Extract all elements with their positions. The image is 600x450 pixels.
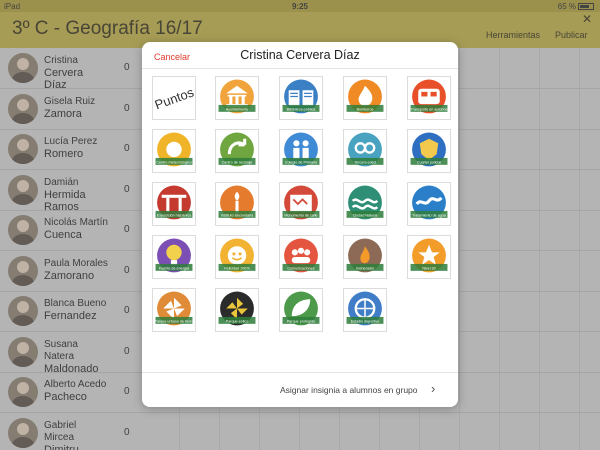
bus-icon: Transporte en autobús bbox=[411, 79, 448, 114]
building-icon: Ayuntamiento bbox=[218, 79, 256, 114]
badge-bulb[interactable]: Fuente de energía bbox=[152, 235, 196, 279]
badge-label: Tercera edad bbox=[354, 160, 376, 164]
elder-icon: Tercera edad bbox=[346, 132, 384, 167]
badge-label: Exposición hispánica bbox=[157, 213, 192, 217]
book-icon: Biblioteca pública bbox=[282, 79, 320, 114]
badge-torch[interactable]: Instituto Secundaria bbox=[215, 182, 259, 226]
flame-icon: Incinerador bbox=[346, 238, 384, 273]
star-icon: Nivel 30 bbox=[410, 238, 448, 273]
badge-label: Centro meteorológico bbox=[156, 160, 191, 164]
badge-gate[interactable]: Exposición hispánica bbox=[152, 182, 196, 226]
pinwheel-icon: Parque urbano de tierra bbox=[155, 291, 194, 326]
badge-label: Cuartel policial bbox=[417, 160, 441, 164]
map-icon: Monumento de calle bbox=[282, 185, 320, 220]
badge-people[interactable]: Comunicaciones bbox=[279, 235, 323, 279]
badge-label: Fuente de energía bbox=[159, 266, 190, 270]
points-badge[interactable]: Puntos bbox=[152, 76, 196, 120]
badge-sun[interactable]: Centro meteorológico bbox=[152, 129, 196, 173]
badge-label: Instituto Secundaria bbox=[221, 213, 255, 217]
badge-building[interactable]: Ayuntamiento bbox=[215, 76, 259, 120]
badge-label: Bomberos bbox=[357, 107, 374, 111]
modal-title: Cristina Cervera Díaz bbox=[240, 48, 360, 62]
badge-label: Biblioteca pública bbox=[287, 107, 317, 111]
badge-book[interactable]: Biblioteca pública bbox=[279, 76, 323, 120]
badge-smile[interactable]: Felicidad 100% bbox=[215, 235, 259, 279]
badge-label: Ciudad Natural bbox=[353, 213, 378, 217]
water-icon: Ciudad Natural bbox=[346, 185, 384, 220]
badge-label: Felicidad 100% bbox=[224, 266, 250, 270]
torch-icon: Instituto Secundaria bbox=[218, 185, 256, 220]
fire-icon: Bomberos bbox=[346, 79, 384, 114]
badge-label: Parque protegido bbox=[287, 319, 315, 323]
badge-wave[interactable]: Tratamiento de agua bbox=[407, 182, 451, 226]
badge-map[interactable]: Monumento de calle bbox=[279, 182, 323, 226]
leaf-icon: Parque protegido bbox=[282, 291, 320, 326]
badge-label: Colegio de Primaria bbox=[285, 160, 318, 164]
badge-ball[interactable]: Estadio deportivo bbox=[343, 288, 387, 332]
points-label: Puntos bbox=[152, 84, 196, 112]
badge-flame[interactable]: Incinerador bbox=[343, 235, 387, 279]
badge-modal: Cancelar Cristina Cervera Díaz Puntos Ayu… bbox=[142, 42, 458, 407]
badge-school[interactable]: Colegio de Primaria bbox=[279, 129, 323, 173]
badge-fire[interactable]: Bomberos bbox=[343, 76, 387, 120]
badge-star[interactable]: Nivel 30 bbox=[407, 235, 451, 279]
badge-label: Tratamiento de agua bbox=[412, 213, 447, 217]
badge-label: Nivel 30 bbox=[422, 266, 435, 270]
badge-label: Estadio deportivo bbox=[351, 319, 380, 323]
wave-icon: Tratamiento de agua bbox=[410, 185, 448, 220]
chevron-right-icon: › bbox=[431, 381, 436, 396]
badge-elder[interactable]: Tercera edad bbox=[343, 129, 387, 173]
badge-label: Ayuntamiento bbox=[226, 107, 248, 111]
bulb-icon: Fuente de energía bbox=[155, 238, 193, 273]
group-assign-row[interactable]: Asignar insignia a alumnos en grupo › bbox=[142, 372, 458, 407]
badge-police[interactable]: Cuartel policial bbox=[407, 129, 451, 173]
badge-bus[interactable]: Transporte en autobús bbox=[407, 76, 451, 120]
badge-recycle[interactable]: Centro de reciclaje bbox=[215, 129, 259, 173]
badge-label: Parque urbano de tierra bbox=[155, 319, 194, 323]
badge-water[interactable]: Ciudad Natural bbox=[343, 182, 387, 226]
people-icon: Comunicaciones bbox=[282, 238, 320, 273]
ball-icon: Estadio deportivo bbox=[346, 291, 384, 326]
badge-pinwheel[interactable]: Parque urbano de tierra bbox=[152, 288, 196, 332]
badge-label: Comunicaciones bbox=[287, 266, 314, 270]
badge-label: Transporte en autobús bbox=[411, 107, 448, 111]
school-icon: Colegio de Primaria bbox=[282, 132, 320, 167]
modal-divider bbox=[142, 68, 458, 69]
sun-icon: Centro meteorológico bbox=[155, 132, 193, 167]
smile-icon: Felicidad 100% bbox=[218, 238, 256, 273]
badge-label: Parque eólico bbox=[226, 319, 249, 323]
badge-leaf[interactable]: Parque protegido bbox=[279, 288, 323, 332]
gate-icon: Exposición hispánica bbox=[155, 185, 193, 220]
badge-windmill[interactable]: Parque eólico bbox=[215, 288, 259, 332]
police-icon: Cuartel policial bbox=[410, 132, 448, 167]
badge-label: Incinerador bbox=[356, 266, 375, 270]
group-assign-label: Asignar insignia a alumnos en grupo bbox=[280, 385, 418, 395]
badge-label: Monumento de calle bbox=[284, 213, 317, 217]
recycle-icon: Centro de reciclaje bbox=[218, 132, 256, 167]
badge-label: Centro de reciclaje bbox=[222, 160, 253, 164]
windmill-icon: Parque eólico bbox=[218, 291, 256, 326]
